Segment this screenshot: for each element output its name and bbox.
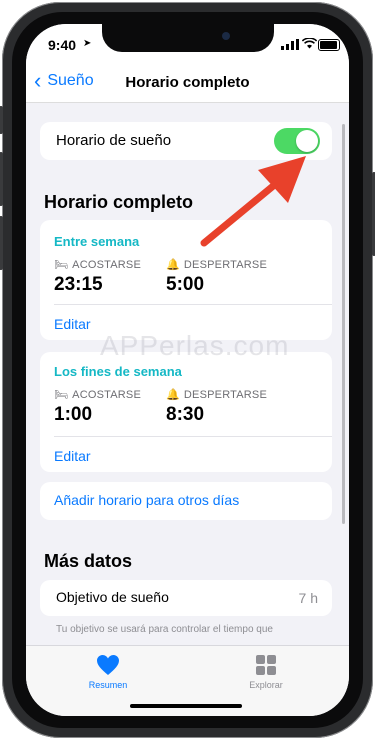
weekend-wake-time: 8:30 (166, 404, 205, 425)
heart-icon (97, 655, 119, 675)
bell-icon: 🔔 (166, 389, 180, 401)
sleep-goal-label: Objetivo de sueño (56, 589, 169, 605)
toggle-label: Horario de sueño (56, 132, 172, 149)
tab-explore-label: Explorar (249, 680, 283, 690)
goal-footnote: Tu objetivo se usará para controlar el t… (56, 624, 273, 635)
weekend-wake-label: 🔔 DESPERTARSE (166, 388, 268, 402)
page-title: Horario completo (125, 74, 250, 91)
divider (54, 436, 332, 437)
section-heading: Horario completo (44, 192, 194, 212)
bed-icon: 🛏 (54, 389, 69, 401)
grid-icon (256, 655, 276, 675)
camera-icon (222, 32, 230, 40)
sleep-schedule-toggle[interactable] (274, 128, 320, 154)
battery-icon (318, 39, 340, 51)
add-other-days-link[interactable]: Añadir horario para otros días (54, 492, 239, 508)
weekday-wake-time: 5:00 (166, 274, 205, 295)
tab-summary-label: Resumen (88, 680, 128, 690)
bed-icon: 🛏 (54, 259, 69, 271)
toggle-knob (296, 130, 318, 152)
sleep-schedule-toggle-row[interactable]: Horario de sueño (40, 122, 332, 160)
notch (102, 24, 274, 52)
weekday-bed-label: 🛏 ACOSTARSE (54, 258, 142, 272)
wifi-icon (302, 38, 317, 49)
location-icon: ➤ (83, 38, 92, 49)
weekend-title: Los fines de semana (54, 364, 182, 379)
weekend-bed-label: 🛏 ACOSTARSE (54, 388, 142, 402)
weekday-wake-label: 🔔 DESPERTARSE (166, 258, 268, 272)
weekday-title: Entre semana (54, 234, 140, 249)
weekday-bed-time: 23:15 (54, 274, 103, 295)
bell-icon: 🔔 (166, 259, 180, 271)
home-indicator (130, 704, 242, 708)
scrollbar[interactable] (342, 124, 345, 524)
weekend-bed-time: 1:00 (54, 404, 93, 425)
sleep-goal-row[interactable]: Objetivo de sueño 7 h (40, 580, 332, 616)
signal-icon (281, 39, 299, 50)
watermark: APPerlas.com (100, 330, 290, 361)
volume-down-button (0, 216, 3, 270)
silent-switch (0, 106, 3, 134)
tab-summary[interactable]: Resumen (68, 654, 148, 690)
navigation-bar: ‹ Sueño Horario completo (26, 68, 349, 103)
volume-up-button (0, 152, 3, 206)
divider (54, 304, 332, 305)
weekend-schedule-card: Los fines de semana 🛏 ACOSTARSE 🔔 DESPERTA… (40, 352, 332, 472)
weekend-edit-button[interactable]: Editar (54, 448, 91, 464)
more-data-heading: Más datos (44, 551, 133, 571)
sleep-goal-value: 7 h (298, 590, 318, 606)
status-time: 9:40 (48, 37, 77, 53)
tab-explore[interactable]: Explorar (226, 654, 306, 690)
weekday-edit-button[interactable]: Editar (54, 316, 91, 332)
screen: 9:40 ➤ ‹ Sueño Horario completo Horario … (26, 24, 349, 716)
add-other-days-row[interactable]: Añadir horario para otros días (40, 482, 332, 520)
tab-bar: Resumen Explorar (26, 645, 349, 716)
weekday-schedule-card: Entre semana 🛏 ACOSTARSE 🔔 DESPERTARSE 23:… (40, 220, 332, 340)
